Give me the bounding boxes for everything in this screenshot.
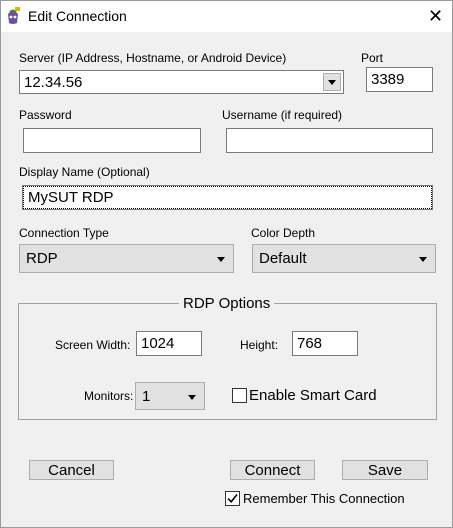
username-input[interactable]: [226, 128, 433, 153]
server-combobox[interactable]: 12.34.56: [19, 70, 344, 94]
edit-connection-dialog: Edit Connection ✕ Server (IP Address, Ho…: [0, 0, 453, 528]
display-name-input[interactable]: MySUT RDP: [22, 185, 433, 210]
chevron-down-icon: [188, 395, 196, 400]
server-label: Server (IP Address, Hostname, or Android…: [19, 51, 287, 65]
screen-width-label: Screen Width:: [55, 338, 131, 352]
server-value: 12.34.56: [24, 73, 83, 91]
port-label: Port: [361, 51, 384, 65]
smart-card-checkbox[interactable]: [232, 388, 247, 403]
title-bar: Edit Connection ✕: [1, 1, 452, 32]
chevron-down-icon: [419, 257, 427, 262]
server-dropdown-button[interactable]: [323, 73, 341, 91]
checkmark-icon: [227, 494, 238, 504]
monitors-select[interactable]: 1: [135, 382, 205, 410]
smart-card-label[interactable]: Enable Smart Card: [249, 387, 377, 404]
close-button[interactable]: ✕: [419, 1, 452, 32]
app-icon: [8, 7, 20, 24]
close-icon: ✕: [427, 6, 444, 27]
color-depth-select[interactable]: Default: [252, 244, 436, 273]
screen-width-value: 1024: [141, 335, 175, 352]
screen-width-input[interactable]: 1024: [136, 331, 202, 356]
remember-connection-label[interactable]: Remember This Connection: [243, 491, 405, 506]
save-button[interactable]: Save: [342, 460, 428, 480]
connect-button[interactable]: Connect: [230, 460, 315, 480]
connection-type-label: Connection Type: [19, 226, 109, 240]
rdp-options-title: RDP Options: [179, 295, 275, 312]
display-name-label: Display Name (Optional): [19, 165, 150, 179]
cancel-button[interactable]: Cancel: [29, 460, 114, 480]
port-input[interactable]: 3389: [366, 67, 433, 92]
height-label: Height:: [240, 338, 279, 352]
monitors-value: 1: [142, 387, 151, 405]
password-label: Password: [19, 108, 72, 122]
color-depth-label: Color Depth: [251, 226, 316, 240]
color-depth-value: Default: [259, 250, 307, 267]
monitors-label: Monitors:: [84, 389, 134, 403]
password-input[interactable]: [23, 128, 201, 153]
display-name-value: MySUT RDP: [28, 189, 114, 206]
username-label: Username (if required): [222, 108, 343, 122]
height-input[interactable]: 768: [292, 331, 358, 356]
height-value: 768: [297, 335, 323, 352]
port-value: 3389: [371, 71, 405, 88]
remember-connection-checkbox[interactable]: [225, 491, 240, 506]
window-title: Edit Connection: [28, 8, 127, 24]
chevron-down-icon: [328, 79, 336, 85]
chevron-down-icon: [217, 257, 225, 262]
connection-type-value: RDP: [26, 250, 58, 267]
connection-type-select[interactable]: RDP: [19, 244, 234, 273]
